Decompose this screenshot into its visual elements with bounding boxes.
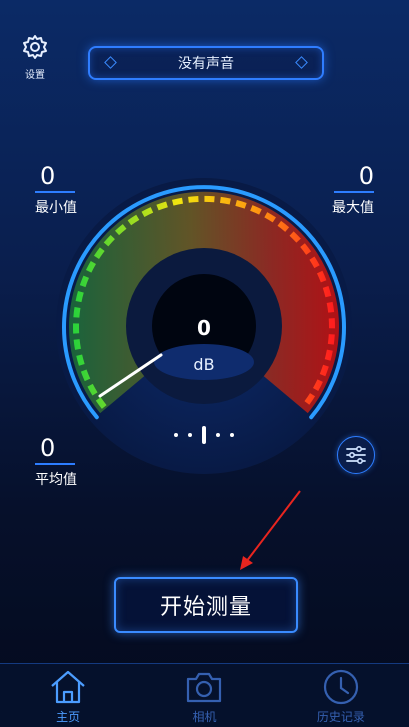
gauge-unit: dB	[193, 355, 214, 374]
adjust-button[interactable]	[337, 436, 375, 474]
sound-status-text: 没有声音	[178, 56, 234, 72]
sliders-icon	[346, 446, 366, 464]
tab-camera[interactable]: 相机	[136, 664, 272, 727]
clock-icon	[323, 669, 358, 705]
tab-camera-label: 相机	[192, 710, 217, 724]
diamond-right-icon	[295, 56, 308, 69]
diamond-left-icon	[104, 56, 117, 69]
red-arrow-annotation	[240, 490, 301, 570]
start-measure-button[interactable]: 开始测量	[114, 577, 298, 633]
settings-label: 设置	[25, 70, 45, 81]
tab-home[interactable]: 主页	[0, 664, 136, 727]
bottom-tab-bar: 主页 相机 历史记录	[0, 663, 409, 727]
tab-history[interactable]: 历史记录	[273, 664, 409, 727]
tab-home-label: 主页	[56, 710, 81, 724]
home-icon	[51, 670, 85, 704]
tab-history-label: 历史记录	[316, 710, 365, 724]
gauge-value: 0	[197, 316, 211, 340]
settings-button[interactable]: 设置	[18, 34, 52, 81]
gear-icon	[23, 35, 47, 59]
start-measure-label: 开始测量	[159, 595, 252, 620]
sound-status-banner: 没有声音	[88, 46, 324, 80]
camera-icon	[187, 672, 222, 703]
decibel-gauge: 0 dB	[56, 178, 352, 474]
